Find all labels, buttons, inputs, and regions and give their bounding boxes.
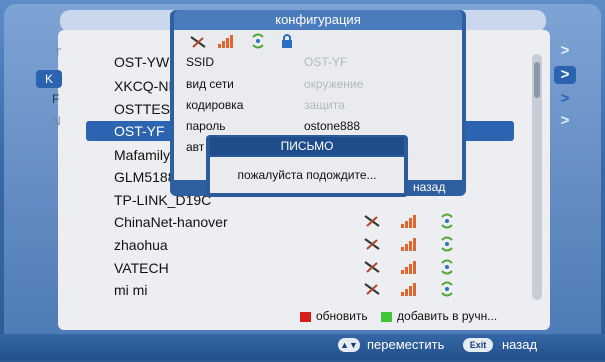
refresh-label[interactable]: обновить: [316, 309, 368, 323]
network-list-item[interactable]: VATECH: [114, 258, 169, 278]
network-list-item[interactable]: ChinaNet-hanover: [114, 212, 228, 232]
network-list-item[interactable]: OST-YW: [114, 52, 169, 72]
side-menu: Т K F N: [36, 36, 64, 326]
side-menu-item: F: [52, 92, 60, 106]
wait-dialog-message: пожалуйста подождите...: [210, 157, 404, 193]
network-list-item[interactable]: mi mi: [114, 280, 147, 300]
network-name: OST-YF: [114, 123, 165, 139]
chevron-right-icon[interactable]: >: [554, 66, 576, 84]
tools-icon: [190, 36, 206, 48]
tools-icon: [364, 215, 380, 227]
add-manual-label[interactable]: добавить в ручн...: [397, 309, 497, 323]
tools-icon: [364, 238, 380, 250]
network-type-label: вид сети: [186, 77, 234, 91]
auto-label: авт: [186, 140, 205, 154]
wait-dialog-title: ПИСЬМО: [210, 137, 404, 155]
network-status-icons: [362, 259, 462, 279]
up-down-key-icon: ▲▼: [338, 338, 360, 352]
lock-icon: [282, 34, 292, 48]
network-list-item[interactable]: XKCQ-NE: [114, 76, 178, 96]
red-key-icon: [300, 311, 311, 322]
network-list-item[interactable]: zhaohua: [114, 235, 168, 255]
exit-key-icon: Exit: [463, 338, 493, 352]
ssid-label: SSID: [186, 55, 215, 69]
network-status-icons: [362, 281, 462, 301]
network-list-item[interactable]: GLM5188: [114, 167, 175, 187]
chevron-right-icon[interactable]: >: [554, 112, 576, 130]
green-key-icon: [381, 311, 393, 322]
network-status-icons: [362, 213, 462, 233]
network-list-item[interactable]: Mafamily: [114, 145, 170, 165]
config-dialog-title: конфигурация: [174, 10, 462, 30]
network-type-value[interactable]: окружение: [304, 77, 363, 91]
chevron-right-icon[interactable]: >: [554, 90, 576, 108]
back-hint[interactable]: назад: [502, 336, 537, 354]
tools-icon: [364, 283, 380, 295]
signal-icon: [401, 215, 416, 228]
network-list-item[interactable]: OSTTEST: [114, 99, 179, 119]
chevron-right-icon[interactable]: >: [554, 42, 576, 60]
wifi-icon: [252, 33, 264, 49]
scrollbar-thumb[interactable]: [534, 62, 540, 98]
ssid-value: OST-YF: [304, 55, 348, 69]
side-menu-item-selected[interactable]: K: [36, 70, 62, 88]
config-back-button[interactable]: назад: [413, 180, 445, 194]
encryption-value[interactable]: защита: [304, 98, 345, 112]
password-value[interactable]: ostone888: [304, 119, 360, 133]
side-menu-item: N: [52, 114, 61, 128]
network-status-icons: [362, 236, 462, 256]
signal-icon: [401, 283, 416, 296]
color-key-legend: обновить добавить в ручн...: [300, 309, 550, 327]
encryption-label: кодировка: [186, 98, 244, 112]
wifi-icon: [441, 281, 453, 297]
side-menu-item: Т: [54, 46, 62, 60]
signal-icon: [401, 238, 416, 251]
signal-icon: [218, 35, 233, 48]
right-chevron-column: > > > >: [552, 42, 578, 142]
tools-icon: [364, 261, 380, 273]
wifi-icon: [441, 259, 453, 275]
wifi-icon: [441, 213, 453, 229]
password-label: пароль: [186, 119, 226, 133]
move-hint: переместить: [367, 337, 445, 352]
signal-icon: [401, 261, 416, 274]
wifi-icon: [441, 236, 453, 252]
